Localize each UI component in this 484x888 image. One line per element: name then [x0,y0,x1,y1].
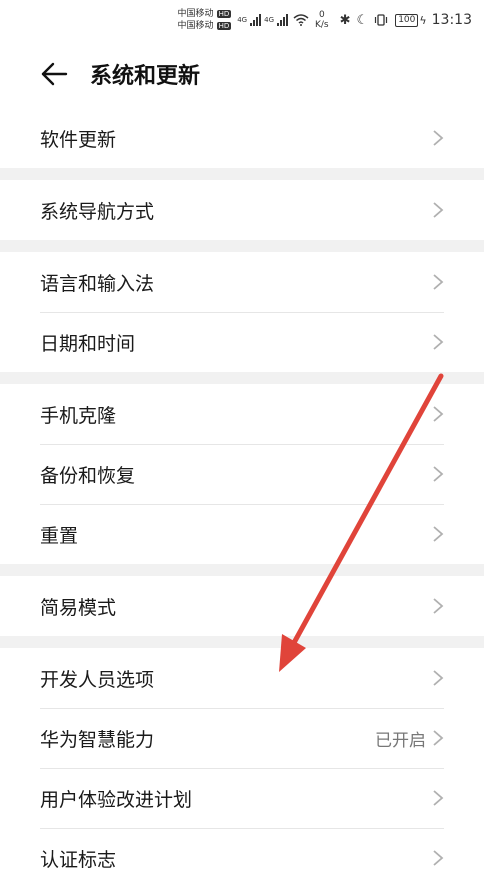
chevron-right-icon [433,790,444,806]
settings-group: 手机克隆 备份和恢复 重置 [0,384,484,564]
settings-item-phone-clone[interactable]: 手机克隆 [0,384,484,444]
item-label: 简易模式 [40,596,117,619]
carrier-2-name: 中国移动 [177,21,214,31]
settings-group: 语言和输入法 日期和时间 [0,252,484,372]
signal-icon [250,14,262,26]
item-label: 认证标志 [40,848,117,871]
item-label: 开发人员选项 [40,668,155,691]
settings-item-date-time[interactable]: 日期和时间 [0,312,484,372]
group-separator [0,372,484,384]
carrier-line-1: 中国移动 HD [178,8,232,20]
charging-icon: ϟ [419,13,427,27]
bluetooth-icon: ✱ [339,12,351,28]
network-type-1: 4G [237,16,248,24]
item-label: 手机克隆 [40,404,117,427]
chevron-right-icon [433,598,444,614]
battery-level: 100 [398,14,416,25]
settings-item-developer-options[interactable]: 开发人员选项 [0,648,484,708]
wifi-icon [293,14,309,26]
carrier-1-name: 中国移动 [177,9,214,19]
chevron-right-icon [433,274,444,290]
chevron-right-icon [433,730,444,746]
settings-list: 软件更新 系统导航方式 语言和输入法 日期和时间 手机克隆 备份和恢复 重置 简… [0,108,484,888]
network-type-2: 4G [264,16,274,24]
settings-item-certification[interactable]: 认证标志 [0,828,484,888]
group-separator [0,168,484,180]
chevron-right-icon [433,466,444,482]
settings-group: 简易模式 [0,576,484,636]
carrier-line-2: 中国移动 HD [178,20,232,32]
item-label: 系统导航方式 [40,200,155,223]
chevron-right-icon [433,130,444,146]
settings-group: 系统导航方式 [0,180,484,240]
settings-item-backup-restore[interactable]: 备份和恢复 [0,444,484,504]
item-label: 软件更新 [40,128,117,151]
item-label: 备份和恢复 [40,464,136,487]
page-title: 系统和更新 [90,64,201,89]
item-label: 重置 [40,524,79,547]
chevron-right-icon [433,334,444,350]
vibrate-icon [375,14,388,26]
battery-icon: 100 [395,13,419,27]
hd-badge: HD [216,22,232,30]
header: 系统和更新 [0,48,484,100]
settings-item-software-update[interactable]: 软件更新 [0,108,484,168]
carrier-info: 中国移动 HD 中国移动 HD [178,8,232,32]
group-separator [0,240,484,252]
settings-item-user-experience[interactable]: 用户体验改进计划 [0,768,484,828]
item-label: 华为智慧能力 [40,728,155,751]
settings-item-simple-mode[interactable]: 简易模式 [0,576,484,636]
item-label: 语言和输入法 [40,272,155,295]
hd-badge: HD [216,10,232,18]
network-speed: 0 K/s [315,10,329,30]
settings-item-system-navigation[interactable]: 系统导航方式 [0,180,484,240]
chevron-right-icon [433,202,444,218]
group-separator [0,636,484,648]
item-label: 用户体验改进计划 [40,788,193,811]
settings-group: 软件更新 [0,108,484,168]
item-label: 日期和时间 [40,332,136,355]
speed-unit: K/s [315,20,329,30]
chevron-right-icon [433,406,444,422]
status-bar: 中国移动 HD 中国移动 HD 4G 4G 0 K/s ✱ ☾ 100 ϟ 13… [0,0,484,40]
signal-icon [277,14,288,26]
speed-value: 0 [318,10,325,20]
chevron-right-icon [433,670,444,686]
moon-icon: ☾ [356,12,369,28]
settings-item-huawei-smart[interactable]: 华为智慧能力 已开启 [0,708,484,768]
clock: 13:13 [431,12,472,28]
group-separator [0,564,484,576]
back-arrow-icon[interactable] [40,60,68,88]
settings-item-reset[interactable]: 重置 [0,504,484,564]
chevron-right-icon [433,850,444,866]
settings-group: 开发人员选项 华为智慧能力 已开启 用户体验改进计划 认证标志 [0,648,484,888]
chevron-right-icon [433,526,444,542]
item-status-value: 已开启 [375,730,426,751]
settings-item-language-input[interactable]: 语言和输入法 [0,252,484,312]
